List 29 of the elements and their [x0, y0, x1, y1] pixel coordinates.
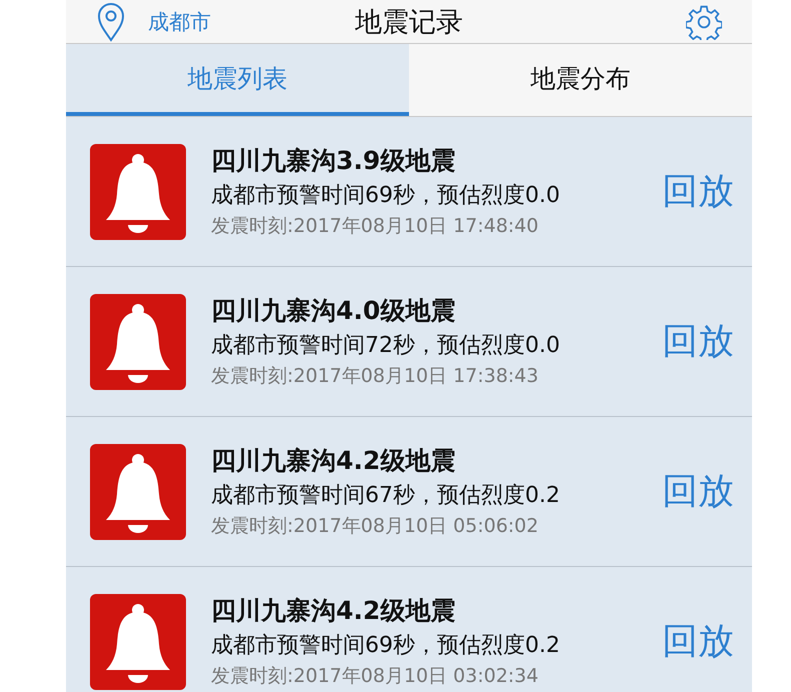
bell-icon: [90, 594, 186, 690]
record-row[interactable]: 四川九寨沟3.9级地震 成都市预警时间69秒，预估烈度0.0 发震时刻:2017年08月10日 17:48:40 回放: [66, 117, 752, 267]
bell-icon: [90, 444, 186, 540]
record-row[interactable]: 四川九寨沟4.2级地震 成都市预警时间69秒，预估烈度0.2 发震时刻:2017年08月10日 03:02:34 回放: [66, 567, 752, 692]
bell-icon: [90, 144, 186, 240]
replay-button[interactable]: 回放: [662, 317, 734, 366]
quake-title: 四川九寨沟4.0级地震: [211, 295, 456, 327]
bell-icon: [90, 294, 186, 390]
location-pin-icon[interactable]: [96, 2, 126, 42]
replay-button[interactable]: 回放: [662, 467, 734, 516]
record-row[interactable]: 四川九寨沟4.0级地震 成都市预警时间72秒，预估烈度0.0 发震时刻:2017年08月10日 17:38:43 回放: [66, 267, 752, 417]
settings-icon[interactable]: [686, 4, 722, 40]
record-row[interactable]: 四川九寨沟4.2级地震 成都市预警时间67秒，预估烈度0.2 发震时刻:2017年08月10日 05:06:02 回放: [66, 417, 752, 567]
warning-text: 成都市预警时间69秒，预估烈度0.2: [211, 632, 560, 660]
warning-text: 成都市预警时间67秒，预估烈度0.2: [211, 482, 560, 510]
quake-time: 发震时刻:2017年08月10日 03:02:34: [211, 664, 540, 689]
tab[interactable]: 地震列表: [66, 44, 409, 116]
quake-title: 四川九寨沟4.2级地震: [211, 445, 456, 477]
quake-title: 四川九寨沟3.9级地震: [211, 145, 456, 177]
location-label[interactable]: 成都市: [148, 8, 211, 36]
quake-time: 发震时刻:2017年08月10日 17:38:43: [211, 364, 540, 389]
warning-text: 成都市预警时间69秒，预估烈度0.0: [211, 182, 560, 210]
quake-time: 发震时刻:2017年08月10日 17:48:40: [211, 214, 540, 239]
quake-time: 发震时刻:2017年08月10日 05:06:02: [211, 514, 540, 539]
replay-button[interactable]: 回放: [662, 617, 734, 666]
screen-title: 地震记录: [355, 6, 463, 40]
replay-button[interactable]: 回放: [662, 167, 734, 216]
quake-title: 四川九寨沟4.2级地震: [211, 595, 456, 627]
warning-text: 成都市预警时间72秒，预估烈度0.0: [211, 332, 560, 360]
